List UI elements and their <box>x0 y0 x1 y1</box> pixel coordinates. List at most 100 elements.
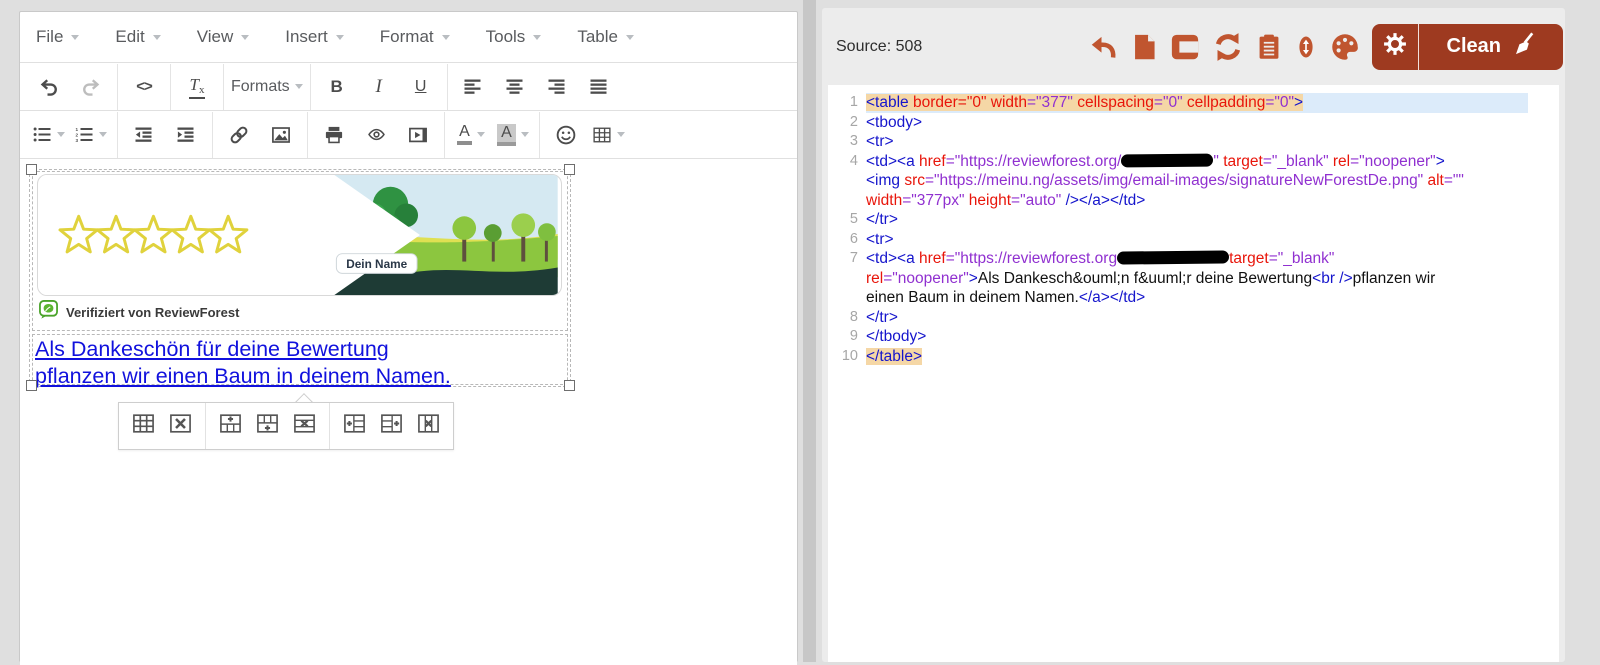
toolbar-separator <box>117 64 118 110</box>
bold-button[interactable]: B <box>316 67 358 107</box>
link-line-1[interactable]: Als Dankeschön für deine Bewertung <box>35 336 451 363</box>
swap-icon[interactable] <box>1213 32 1243 62</box>
editor-toolbar-row2: 123 AA <box>20 111 797 159</box>
resize-vertical-icon[interactable] <box>1295 32 1317 62</box>
numbered-list-button[interactable]: 123 <box>70 115 112 155</box>
editor-content-area[interactable]: Dein Name Verifiziert von ReviewForest A… <box>20 159 797 665</box>
code-string: ="0" <box>1265 94 1294 111</box>
link-button[interactable] <box>218 115 260 155</box>
media-button[interactable] <box>397 115 439 155</box>
align-justify-button[interactable] <box>579 67 621 107</box>
undo-button[interactable] <box>28 67 70 107</box>
clipboard-icon[interactable] <box>1256 32 1282 62</box>
undo-icon <box>39 77 59 97</box>
gear-icon <box>1383 32 1407 61</box>
delete-table-button[interactable] <box>162 407 199 445</box>
code-line: 5</tr> <box>828 210 1559 230</box>
insert-column-after-button[interactable] <box>373 407 410 445</box>
code-attribute: alt <box>1423 172 1444 189</box>
line-number: 3 <box>828 132 858 152</box>
link-icon <box>229 125 249 145</box>
chevron-down-icon <box>442 35 450 40</box>
menu-file[interactable]: File <box>36 27 79 47</box>
signature-image[interactable]: Dein Name <box>37 174 562 296</box>
source-panel-header: Source: 508 Clean <box>822 8 1565 85</box>
code-tag: <td><a <box>866 250 915 267</box>
background-color-button[interactable]: A <box>492 115 534 155</box>
table-properties-button[interactable] <box>125 407 162 445</box>
name-pill: Dein Name <box>336 254 417 274</box>
preview-button[interactable] <box>355 115 397 155</box>
outdent-button[interactable] <box>123 115 165 155</box>
code-attribute: href <box>915 250 946 267</box>
align-left-button[interactable] <box>453 67 495 107</box>
formats-icon: Formats <box>231 78 290 96</box>
indent-icon <box>177 127 196 142</box>
source-code-editor[interactable]: 1<table border="0" width="377" cellspaci… <box>828 85 1559 662</box>
print-button[interactable] <box>313 115 355 155</box>
align-center-button[interactable] <box>495 67 537 107</box>
panel-divider[interactable] <box>803 0 816 662</box>
chevron-down-icon <box>295 84 303 89</box>
table-button[interactable] <box>587 115 629 155</box>
table-context-toolbar <box>118 402 454 450</box>
menu-table[interactable]: Table <box>577 27 634 47</box>
line-number: 1 <box>828 93 858 113</box>
insert-column-before-button[interactable] <box>336 407 373 445</box>
align-right-button[interactable] <box>537 67 579 107</box>
menu-edit-label: Edit <box>115 27 144 47</box>
insert-row-before-button[interactable] <box>212 407 249 445</box>
menu-table-label: Table <box>577 27 618 47</box>
code-button[interactable]: <> <box>123 67 165 107</box>
code-line-text: </tr> <box>866 210 1528 230</box>
removeformat-button[interactable]: Tx <box>176 67 218 107</box>
menu-edit[interactable]: Edit <box>115 27 160 47</box>
code-line: 1<table border="0" width="377" cellspaci… <box>828 93 1559 113</box>
insert-row-after-button[interactable] <box>249 407 286 445</box>
settings-button[interactable] <box>1372 24 1419 70</box>
numbered-list-icon: 123 <box>75 127 94 142</box>
code-line: 4<td><a href="https://reviewforest.org/"… <box>828 152 1559 211</box>
chevron-down-icon <box>521 132 529 137</box>
signature-link-text[interactable]: Als Dankeschön für deine Bewertung pflan… <box>35 336 451 390</box>
menu-format-label: Format <box>380 27 434 47</box>
svg-text:3: 3 <box>76 138 79 142</box>
resize-handle-top-right[interactable] <box>564 164 575 175</box>
resize-handle-bottom-left[interactable] <box>26 380 37 391</box>
underline-button[interactable]: U <box>400 67 442 107</box>
italic-button[interactable]: I <box>358 67 400 107</box>
toolbar-separator <box>310 64 311 110</box>
indent-button[interactable] <box>165 115 207 155</box>
print-icon <box>324 126 344 144</box>
link-line-2[interactable]: pflanzen wir einen Baum in deinem Namen. <box>35 363 451 390</box>
copy-icon[interactable] <box>1170 32 1200 62</box>
delete-column-button[interactable] <box>410 407 447 445</box>
clean-button[interactable]: Clean <box>1419 24 1563 70</box>
menu-insert[interactable]: Insert <box>285 27 344 47</box>
code-attribute: href <box>915 153 946 170</box>
resize-handle-top-left[interactable] <box>26 164 37 175</box>
resize-handle-bottom-right[interactable] <box>564 380 575 391</box>
rich-text-editor: File Edit View Insert Format Tools Table <> Tx F… <box>19 11 798 662</box>
palette-icon[interactable] <box>1330 32 1360 62</box>
formats-button[interactable]: Formats <box>229 67 305 107</box>
chevron-down-icon <box>71 35 79 40</box>
delete-row-button[interactable] <box>286 407 323 445</box>
line-number: 6 <box>828 230 858 250</box>
chevron-down-icon <box>57 132 65 137</box>
image-button[interactable] <box>260 115 302 155</box>
italic-icon: I <box>376 76 382 98</box>
menu-format[interactable]: Format <box>380 27 450 47</box>
underline-icon: U <box>415 78 427 96</box>
code-string: ="_blank" <box>1263 153 1329 170</box>
code-attribute: target <box>1229 250 1269 267</box>
bullet-list-button[interactable] <box>28 115 70 155</box>
code-attribute: width <box>986 94 1027 111</box>
emoticons-button[interactable] <box>545 115 587 155</box>
menu-view[interactable]: View <box>197 27 250 47</box>
menu-tools[interactable]: Tools <box>486 27 542 47</box>
undo-icon[interactable] <box>1088 32 1118 62</box>
new-document-icon[interactable] <box>1131 32 1157 62</box>
text-color-button[interactable]: A <box>450 115 492 155</box>
toolbar-separator <box>539 112 540 158</box>
